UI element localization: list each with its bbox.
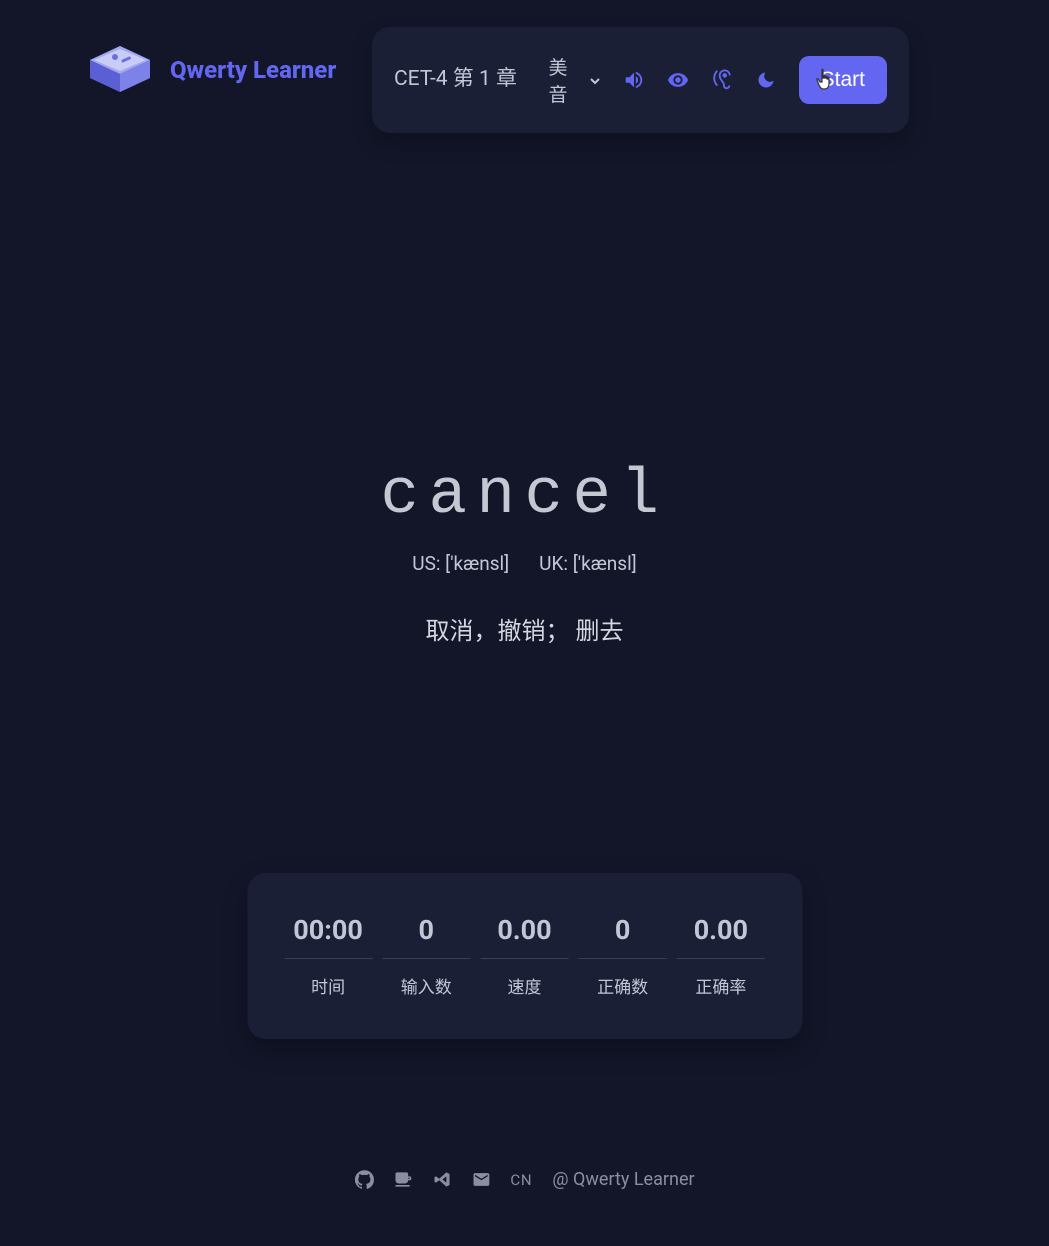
pronunciation-label: 美音 xyxy=(549,53,584,107)
word-display: cancel xyxy=(0,460,1049,532)
eye-icon[interactable] xyxy=(667,69,689,91)
start-button[interactable]: Start xyxy=(799,56,887,104)
copyright: @ Qwerty Learner xyxy=(552,1169,694,1190)
stat-time-label: 时间 xyxy=(311,973,345,998)
stat-input-label: 输入数 xyxy=(401,973,452,998)
vscode-icon[interactable] xyxy=(432,1170,451,1189)
hearing-icon[interactable] xyxy=(711,69,733,91)
stat-correct: 0 正确数 xyxy=(579,914,667,998)
keyboard-icon xyxy=(84,38,156,102)
stat-accuracy: 0.00 正确率 xyxy=(677,914,765,998)
logo-area[interactable]: Qwerty Learner xyxy=(84,38,336,102)
chevron-down-icon xyxy=(589,69,601,92)
pronunciation-selector[interactable]: 美音 xyxy=(549,53,601,107)
footer: CN @ Qwerty Learner xyxy=(354,1169,694,1190)
stat-accuracy-label: 正确率 xyxy=(695,973,746,998)
moon-icon[interactable] xyxy=(755,69,777,91)
stat-time-value: 00:00 xyxy=(284,914,372,959)
phonetic-us: US: ['kænsl] xyxy=(412,552,509,575)
language-toggle[interactable]: CN xyxy=(510,1171,532,1189)
main-content: cancel US: ['kænsl] UK: ['kænsl] 取消，撤销； … xyxy=(0,460,1049,646)
volume-icon[interactable] xyxy=(623,69,645,91)
stat-correct-value: 0 xyxy=(579,914,667,959)
stat-speed-label: 速度 xyxy=(507,973,541,998)
phonetic-uk: UK: ['kænsl] xyxy=(539,552,637,575)
app-title: Qwerty Learner xyxy=(170,55,336,85)
stat-speed: 0.00 速度 xyxy=(480,914,568,998)
github-icon[interactable] xyxy=(354,1170,373,1189)
stat-input-value: 0 xyxy=(382,914,470,959)
stat-input: 0 输入数 xyxy=(382,914,470,998)
phonetic-row: US: ['kænsl] UK: ['kænsl] xyxy=(0,552,1049,575)
coffee-icon[interactable] xyxy=(393,1170,412,1189)
stat-accuracy-value: 0.00 xyxy=(677,914,765,959)
stat-correct-label: 正确数 xyxy=(597,973,648,998)
translation: 取消，撤销； 删去 xyxy=(0,611,1049,646)
stats-bar: 00:00 时间 0 输入数 0.00 速度 0 正确数 0.00 正确率 xyxy=(247,873,802,1039)
stat-speed-value: 0.00 xyxy=(480,914,568,959)
chapter-title[interactable]: CET-4 第 1 章 xyxy=(394,64,527,96)
top-bar: CET-4 第 1 章 美音 xyxy=(372,27,909,133)
mail-icon[interactable] xyxy=(471,1170,490,1189)
start-label: Start xyxy=(821,68,865,91)
stat-time: 00:00 时间 xyxy=(284,914,372,998)
